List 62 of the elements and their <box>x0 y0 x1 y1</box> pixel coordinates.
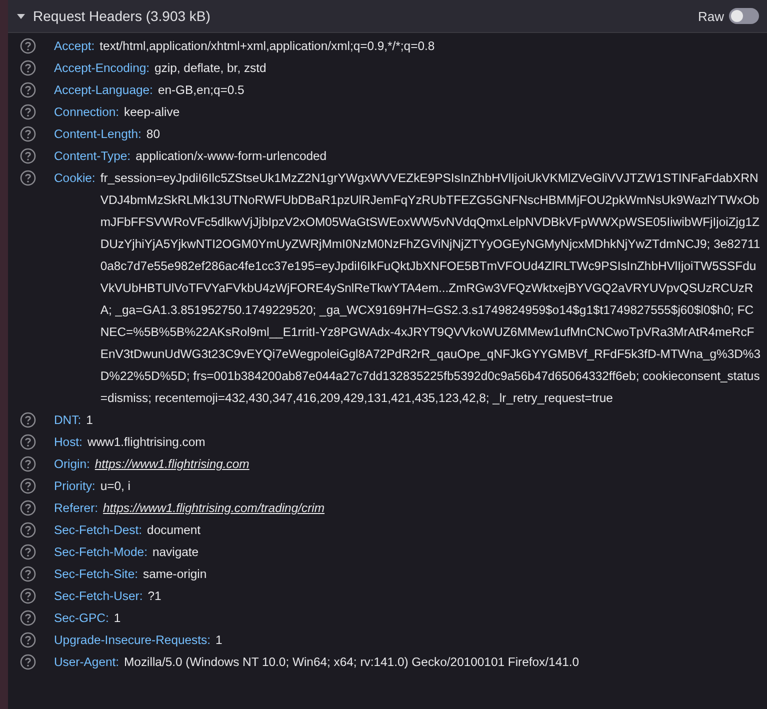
raw-toggle[interactable] <box>729 8 759 24</box>
header-value: gzip, deflate, br, zstd <box>154 60 268 77</box>
header-name: Accept: <box>54 38 95 55</box>
header-value: u=0, i <box>100 478 132 495</box>
header-value: 1 <box>86 412 94 429</box>
help-icon[interactable] <box>20 610 36 626</box>
header-value: fr_session=eyJpdiI6Ilc5ZStseUk1MzZ2N1grYWgxWVVEZkE9PSIsInZhbHVlIjoiUkVKMlZVeGliVVJTZW1STINFaFdabXRNVDJ4bmMzSkRLMk13UTNoRWFUbDBaR1pzUlRJemFqYzRUbTFEZG5GNFNscHBMMjFOU2pkWmNsUk9WazlYTWxObmJFbFFSVWRoVFc5dlkwVjJjbIpzV2xOM05WaGtSWEoxWW5vNVdqQmxLelpNVDBkVFpWWXpWSE05IiwibWFjIjoiZjg1ZDUzYjhiYjA5YjkwNTI2OGM0YmUyZWRjMmI0NzM0NzFhZGViNjNjZTYyOGEyNGMyNjcxMDhkNjYwZTdmNCJ9; 3e827110a8c7d7e55e982ef286ac4fe1cc37e195=eyJpdiI6IkFuQktJbXNFOE5BTmVFOUd4ZlRLTWc9PSIsInZhbHVlIjoiTW5SSFduVkVUbHBTUlVoTFVYaFVkbU4zWjFORE4ySnlReTkwYTA4em...ZmRGw3VFQzWktxejBYVGQ2aVRYUVpvQSUzRCUzRA; _ga=GA1.3.851952750.1749229520; _ga_WCX9169H7H=GS2.3.s1749824959$o14$g1$t1749827555$j60$l0$h0; FCNEC=%5B%5B%22AKsRol9ml__E1rritI-Yz8PGWAdx-4xJRYT9QVVkoWUZ6MMew1ufMnCNCwoTpVRa3MrAtR4meRcFEnV3tDwunUdWG3t23C9vEYQi7eWegpoleiGgl8A72PdR2rR_qauOpe_qNFJkGYYGMBVf_RFdF5k3fD-MTWna_g%3D%3D%22%5D%5D; frs=001b384200ab87e044a27c7dd132835225fb5392d0c9a56b47d65064332ff6eb; cookieconsent_status=dismiss; recentemoji=432,430,347,416,209,429,131,421,435,123,42,8; _lr_retry_request=true <box>100 170 761 407</box>
header-name: Priority: <box>54 478 96 495</box>
header-name: Referer: <box>54 500 98 517</box>
help-icon[interactable] <box>20 60 36 76</box>
header-value: 80 <box>146 126 161 143</box>
help-icon[interactable] <box>20 82 36 98</box>
help-icon[interactable] <box>20 126 36 142</box>
help-icon[interactable] <box>20 522 36 538</box>
header-value: ?1 <box>148 588 162 605</box>
help-icon[interactable] <box>20 566 36 582</box>
header-name: Upgrade-Insecure-Requests: <box>54 632 210 649</box>
help-icon[interactable] <box>20 104 36 120</box>
header-name: Cookie: <box>54 170 96 187</box>
header-value: 1 <box>216 632 224 649</box>
section-header[interactable]: Request Headers (3.903 kB) Raw <box>8 0 767 33</box>
header-value: en-GB,en;q=0.5 <box>158 82 246 99</box>
header-name: DNT: <box>54 412 82 429</box>
caret-down-icon <box>16 11 26 21</box>
header-name: Content-Type: <box>54 148 131 165</box>
raw-label: Raw <box>698 8 724 24</box>
help-icon[interactable] <box>20 632 36 648</box>
header-name: Connection: <box>54 104 120 121</box>
header-value: navigate <box>152 544 200 561</box>
header-value: same-origin <box>143 566 208 583</box>
help-icon[interactable] <box>20 434 36 450</box>
help-icon[interactable] <box>20 38 36 54</box>
header-value-link[interactable]: https://www1.flightrising.com/trading/crim <box>103 497 761 519</box>
header-name: Accept-Encoding: <box>54 60 150 77</box>
help-icon[interactable] <box>20 456 36 472</box>
header-name: Content-Length: <box>54 126 142 143</box>
help-icon[interactable] <box>20 148 36 164</box>
header-name: Sec-Fetch-User: <box>54 588 143 605</box>
header-value-link[interactable]: https://www1.flightrising.com <box>94 453 761 475</box>
header-name: Host: <box>54 434 82 451</box>
help-icon[interactable] <box>20 170 36 186</box>
header-name: User-Agent: <box>54 654 120 671</box>
help-icon[interactable] <box>20 544 36 560</box>
header-value: text/html,application/xhtml+xml,application/xml;q=0.9,*/*;q=0.8 <box>100 38 436 55</box>
header-name: Accept-Language: <box>54 82 153 99</box>
header-name: Sec-Fetch-Site: <box>54 566 138 583</box>
header-name: Sec-GPC: <box>54 610 109 627</box>
help-icon[interactable] <box>20 412 36 428</box>
help-icon[interactable] <box>20 478 36 494</box>
help-icon[interactable] <box>20 654 36 670</box>
header-value: application/x-www-form-urlencoded <box>136 148 328 165</box>
header-name: Sec-Fetch-Mode: <box>54 544 148 561</box>
header-value: keep-alive <box>124 104 181 121</box>
header-value: Mozilla/5.0 (Windows NT 10.0; Win64; x64; rv:141.0) Gecko/20100101 Firefox/141.0 <box>124 654 580 671</box>
header-name: Sec-Fetch-Dest: <box>54 522 142 539</box>
header-value: document <box>147 522 202 539</box>
header-value: www1.flightrising.com <box>87 434 206 451</box>
help-icon[interactable] <box>20 588 36 604</box>
section-title: Request Headers (3.903 kB) <box>33 8 210 24</box>
header-value: 1 <box>114 610 122 627</box>
header-name: Origin: <box>54 456 90 473</box>
help-icon[interactable] <box>20 500 36 516</box>
